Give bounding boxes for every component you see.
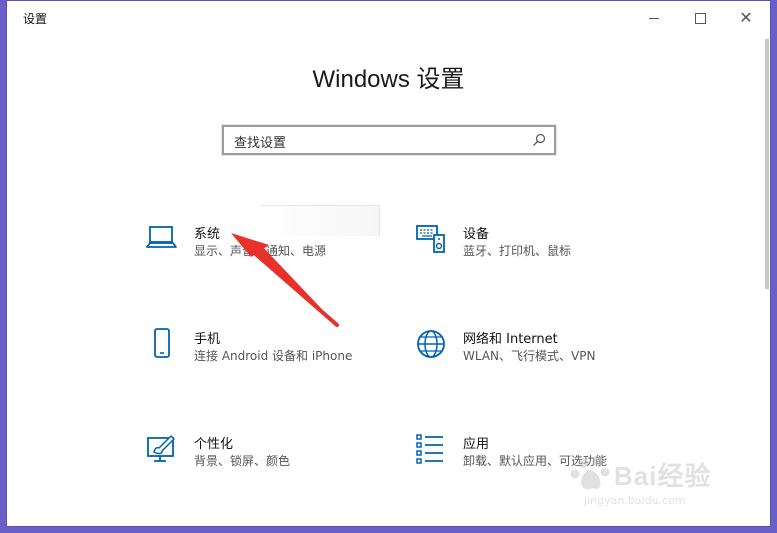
- tile-subtitle: 背景、锁屏、颜色: [194, 454, 291, 468]
- tile-title: 设备: [463, 227, 490, 242]
- tile-network[interactable]: 网络和 Internet WLAN、飞行模式、VPN: [415, 328, 645, 388]
- phone-icon: [154, 328, 170, 358]
- watermark-url: jingyan.baidu.com: [584, 494, 686, 507]
- tile-title: 网络和 Internet: [463, 332, 558, 347]
- search-input[interactable]: 查找设置: [222, 125, 556, 155]
- page-title: Windows 设置: [312, 66, 465, 93]
- search-icon[interactable]: [532, 133, 546, 147]
- settings-window: 设置 ✕ Windows 设置 查找设置 系统 显示、声音、通知、电源 设备 蓝…: [6, 0, 771, 527]
- tile-subtitle: 蓝牙、打印机、鼠标: [463, 244, 572, 258]
- close-icon: ✕: [739, 8, 753, 27]
- tile-title: 应用: [463, 437, 490, 452]
- laptop-icon: [146, 226, 177, 248]
- window-title: 设置: [23, 12, 48, 26]
- maximize-icon: [694, 12, 706, 24]
- watermark-brand: Bai经验: [614, 461, 712, 491]
- tile-title: 个性化: [194, 437, 234, 452]
- tile-system[interactable]: 系统 显示、声音、通知、电源: [146, 223, 376, 283]
- maximize-button[interactable]: [677, 1, 723, 35]
- tile-title: 手机: [194, 332, 221, 347]
- title-bar: 设置 ✕: [7, 1, 770, 35]
- close-button[interactable]: ✕: [723, 1, 769, 35]
- tile-subtitle: 连接 Android 设备和 iPhone: [194, 349, 353, 363]
- devices-icon: [416, 225, 445, 253]
- minimize-button[interactable]: [631, 1, 677, 35]
- tile-subtitle: 显示、声音、通知、电源: [194, 244, 327, 258]
- globe-icon: [417, 330, 445, 358]
- apps-list-icon: [416, 434, 443, 464]
- tile-devices[interactable]: 设备 蓝牙、打印机、鼠标: [415, 223, 645, 283]
- baidu-watermark: Bai经验 jingyan.baidu.com: [570, 454, 730, 512]
- tile-personalization[interactable]: 个性化 背景、锁屏、颜色: [146, 433, 376, 493]
- tile-title: 系统: [194, 227, 221, 242]
- minimize-icon: [649, 17, 659, 19]
- paw-logo-icon: [570, 456, 610, 490]
- paint-icon: [147, 435, 175, 462]
- tile-subtitle: WLAN、飞行模式、VPN: [463, 349, 596, 363]
- search-placeholder: 查找设置: [234, 136, 287, 151]
- tile-phone[interactable]: 手机 连接 Android 设备和 iPhone: [146, 328, 376, 388]
